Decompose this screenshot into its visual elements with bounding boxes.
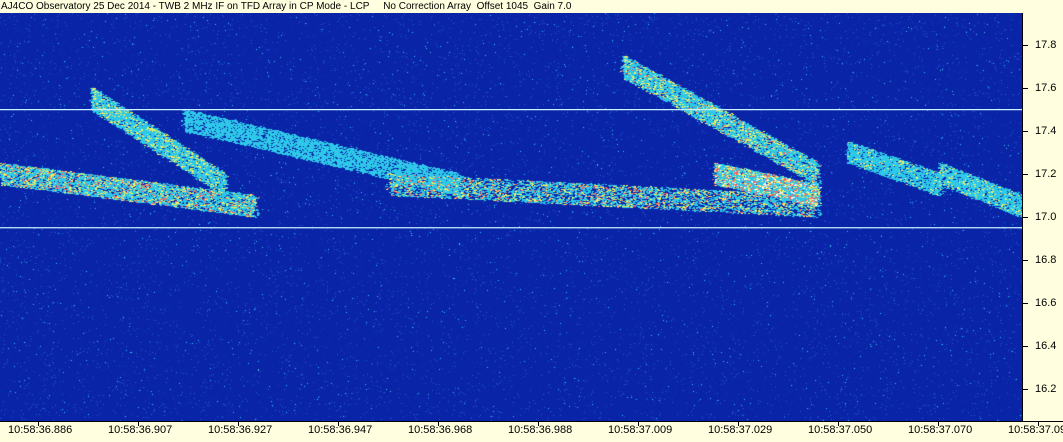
x-tick-label: 10:58:37.009 bbox=[608, 424, 673, 436]
x-tick-label: 10:58:36.988 bbox=[508, 424, 573, 436]
x-tick-label: 10:58:37.091 bbox=[1008, 424, 1063, 436]
x-tick-label: 10:58:37.070 bbox=[908, 424, 973, 436]
chart-title: AJ4CO Observatory 25 Dec 2014 - TWB 2 MH… bbox=[0, 0, 1063, 13]
y-tick bbox=[1023, 174, 1028, 176]
y-tick-label: 16.4 bbox=[1035, 339, 1057, 352]
y-tick bbox=[1023, 259, 1028, 261]
y-tick bbox=[1023, 302, 1028, 304]
x-tick-label: 10:58:37.029 bbox=[708, 424, 773, 436]
y-tick-label: 17.8 bbox=[1035, 39, 1057, 52]
y-axis: 17.8 17.6 17.4 17.2 17.0 16.8 16.6 16.4 16.2 bbox=[1022, 13, 1063, 421]
y-tick-label: 16.6 bbox=[1035, 296, 1057, 309]
y-tick bbox=[1023, 88, 1028, 90]
offset-text: Offset 1045 bbox=[476, 1, 529, 12]
spectrogram-window: AJ4CO Observatory 25 Dec 2014 - TWB 2 MH… bbox=[0, 0, 1063, 442]
spectrogram-overlay bbox=[0, 109, 1022, 229]
y-tick-label: 16.8 bbox=[1035, 253, 1057, 266]
x-tick-label: 10:58:36.907 bbox=[108, 424, 173, 436]
x-tick-label: 10:58:37.050 bbox=[808, 424, 873, 436]
y-tick-label: 17.0 bbox=[1035, 211, 1057, 223]
y-tick-label: 17.4 bbox=[1035, 125, 1057, 138]
gain-text: Gain 7.0 bbox=[533, 1, 572, 12]
y-tick bbox=[1023, 131, 1028, 133]
x-tick-label: 10:58:36.968 bbox=[408, 424, 473, 436]
title-text: AJ4CO Observatory 25 Dec 2014 - TWB 2 MH… bbox=[1, 1, 370, 12]
y-tick bbox=[1023, 345, 1028, 347]
y-tick bbox=[1023, 217, 1028, 218]
x-tick-label: 10:58:36.927 bbox=[208, 424, 273, 436]
y-tick-label: 17.6 bbox=[1035, 82, 1057, 95]
x-tick-label: 10:58:36.886 bbox=[8, 424, 73, 436]
y-tick-label: 16.2 bbox=[1035, 382, 1057, 395]
x-tick-label: 10:58:36.947 bbox=[308, 424, 373, 436]
spectrogram-plot bbox=[0, 13, 1022, 421]
y-tick bbox=[1023, 388, 1028, 390]
correction-text: No Correction Array bbox=[383, 1, 471, 12]
y-tick-label: 17.2 bbox=[1035, 168, 1057, 181]
x-axis: 10:58:36.886 10:58:36.907 10:58:36.927 10:5… bbox=[0, 421, 1063, 442]
y-tick bbox=[1023, 45, 1028, 47]
